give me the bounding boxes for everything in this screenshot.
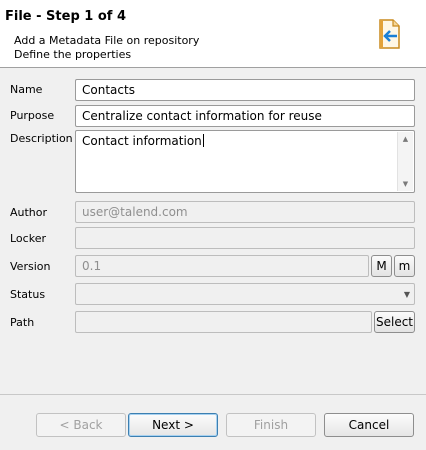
text-caret [202, 134, 204, 147]
description-text: Contact information [82, 134, 202, 148]
select-path-button[interactable]: Select [374, 311, 415, 333]
wizard-description-line-2: Define the properties [14, 48, 132, 61]
locker-label: Locker [10, 232, 46, 245]
wizard-header: File - Step 1 of 4 Add a Metadata File o… [0, 0, 426, 68]
locker-field [75, 227, 415, 249]
chevron-down-icon: ▼ [403, 290, 410, 299]
wizard-description: Add a Metadata File on repository Define… [14, 34, 199, 62]
description-label: Description [10, 132, 73, 145]
back-button[interactable]: < Back [36, 413, 126, 437]
path-label: Path [10, 316, 35, 329]
name-label: Name [10, 83, 43, 96]
path-field [75, 311, 372, 333]
wizard-title: File - Step 1 of 4 [5, 9, 127, 24]
metadata-file-import-icon [379, 19, 400, 49]
version-field: 0.1 [75, 255, 369, 277]
status-label: Status [10, 288, 46, 301]
major-version-button[interactable]: M [371, 255, 392, 277]
status-dropdown[interactable]: ▼ [75, 283, 415, 305]
finish-button[interactable]: Finish [226, 413, 316, 437]
description-scrollbar[interactable]: ▲ ▼ [397, 132, 413, 191]
author-field: user@talend.com [75, 201, 415, 223]
description-textarea[interactable]: Contact information ▲ ▼ [75, 130, 415, 193]
scroll-down-arrow-icon[interactable]: ▼ [401, 180, 410, 188]
next-button[interactable]: Next > [128, 413, 218, 437]
cancel-button[interactable]: Cancel [324, 413, 414, 437]
purpose-input[interactable]: Centralize contact information for reuse [75, 105, 415, 127]
version-label: Version [10, 260, 51, 273]
author-label: Author [10, 206, 48, 219]
minor-version-button[interactable]: m [394, 255, 415, 277]
footer-divider [0, 394, 426, 395]
wizard-description-line-1: Add a Metadata File on repository [14, 34, 200, 47]
scroll-up-arrow-icon[interactable]: ▲ [401, 135, 410, 143]
purpose-label: Purpose [10, 109, 55, 122]
name-input[interactable]: Contacts [75, 79, 415, 101]
